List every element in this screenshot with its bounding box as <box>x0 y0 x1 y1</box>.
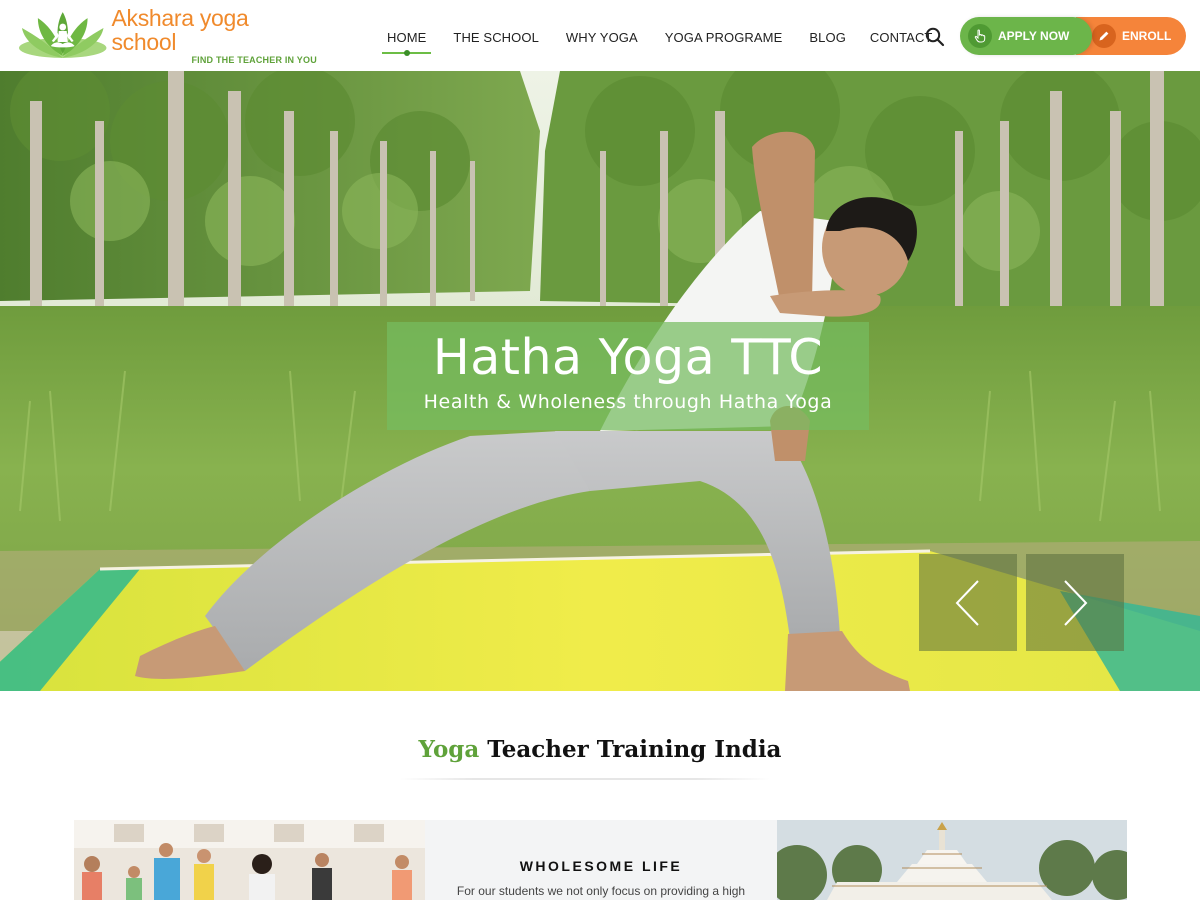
site-header: Akshara yoga school FIND THE TEACHER IN … <box>0 0 1200 71</box>
section-title-accent: Yoga <box>418 736 480 763</box>
nav-item-home[interactable]: HOME <box>375 0 438 71</box>
brand-tagline: FIND THE TEACHER IN YOU <box>191 55 317 65</box>
hero-subtitle: Health & Wholeness through Hatha Yoga <box>423 391 833 413</box>
hero-slider: Hatha Yoga TTC Health & Wholeness throug… <box>0 71 1200 691</box>
hero-caption: Hatha Yoga TTC Health & Wholeness throug… <box>387 322 869 430</box>
card-text: For our students we not only focus on pr… <box>456 884 746 898</box>
class-photo <box>74 820 425 900</box>
feature-cards: WHOLESOME LIFE For our students we not o… <box>74 820 1127 900</box>
pencil-icon <box>1092 24 1116 48</box>
chevron-left-icon <box>955 579 979 626</box>
hand-pointer-icon <box>968 24 992 48</box>
cta-group: APPLY NOW ENROLL <box>960 17 1186 55</box>
temple-photo <box>777 820 1127 900</box>
card-title: WHOLESOME LIFE <box>519 858 683 874</box>
apply-now-button[interactable]: APPLY NOW <box>960 17 1092 55</box>
brand-name: Akshara yoga school <box>111 5 249 55</box>
enroll-button[interactable]: ENROLL <box>1076 17 1186 55</box>
section-title: Yoga Teacher Training India <box>0 736 1200 763</box>
nav-item-why-yoga[interactable]: WHY YOGA <box>554 0 650 71</box>
nav-item-the-school[interactable]: THE SCHOOL <box>441 0 551 71</box>
chevron-right-icon <box>1064 579 1088 626</box>
wholesome-life-card: WHOLESOME LIFE For our students we not o… <box>425 820 777 900</box>
slider-next-button[interactable] <box>1026 554 1124 651</box>
search-icon[interactable] <box>924 26 946 48</box>
apply-now-label: APPLY NOW <box>998 29 1070 43</box>
slider-prev-button[interactable] <box>919 554 1017 651</box>
hero-title: Hatha Yoga TTC <box>432 329 824 386</box>
section-title-rest: Teacher Training India <box>479 736 782 763</box>
lotus-meditation-icon <box>18 12 107 58</box>
nav-item-yoga-programe[interactable]: YOGA PROGRAME <box>653 0 795 71</box>
nav-item-blog[interactable]: BLOG <box>797 0 858 71</box>
main-nav: HOME THE SCHOOL WHY YOGA YOGA PROGRAME B… <box>375 0 944 71</box>
site-logo[interactable]: Akshara yoga school FIND THE TEACHER IN … <box>18 6 318 65</box>
title-divider <box>400 778 770 780</box>
enroll-label: ENROLL <box>1122 29 1172 43</box>
